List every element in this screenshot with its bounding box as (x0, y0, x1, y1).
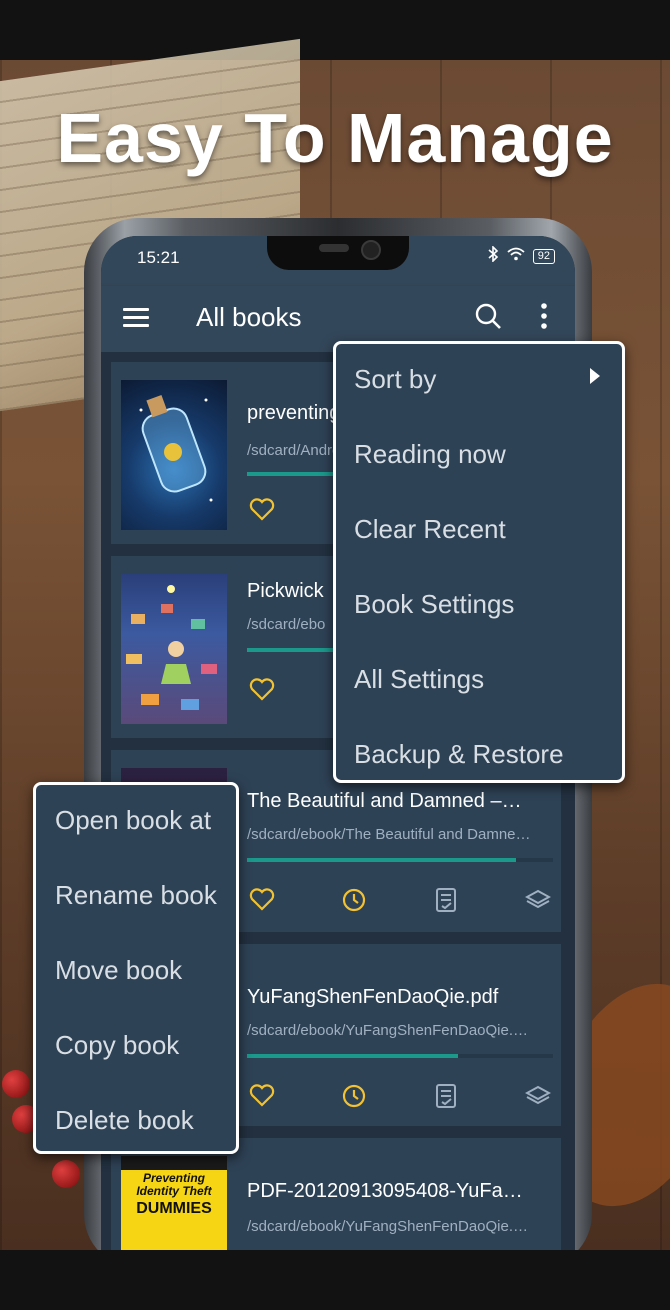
layers-icon[interactable] (523, 1081, 553, 1111)
heart-icon[interactable] (247, 885, 277, 915)
bottom-letterbox (0, 1250, 670, 1310)
reading-progress-fill (247, 1054, 459, 1058)
menu-item-reading-now[interactable]: Reading now (354, 439, 506, 470)
wifi-icon (507, 247, 525, 265)
menu-item-delete-book[interactable]: Delete book (55, 1105, 194, 1136)
top-letterbox (0, 0, 670, 60)
menu-item-copy-book[interactable]: Copy book (55, 1030, 179, 1061)
book-card[interactable]: Preventing Identity Theft DUMMIES PDF-20… (111, 1138, 561, 1250)
menu-item-open-book-at[interactable]: Open book at (55, 805, 211, 836)
book-actions (247, 1081, 553, 1111)
status-time: 15:21 (137, 248, 180, 267)
clock-icon[interactable] (339, 1081, 369, 1111)
speaker-grill (319, 244, 349, 252)
book-title: PDF-20120913095408-YuFa… (247, 1180, 523, 1202)
book-cover[interactable] (121, 380, 227, 530)
reading-progress (247, 1054, 553, 1058)
headline: Easy To Manage (56, 99, 614, 177)
reading-progress-fill (247, 472, 339, 476)
book-path: /sdcard/ebook/The Beautiful and Damne… (247, 826, 531, 843)
status-icons: 92 (487, 245, 555, 266)
front-camera (361, 240, 381, 260)
menu-icon[interactable] (123, 308, 149, 328)
heart-icon[interactable] (247, 675, 277, 705)
chevron-right-icon (590, 368, 600, 384)
search-icon[interactable] (473, 301, 503, 331)
battery-indicator: 92 (532, 248, 555, 264)
menu-item-book-settings[interactable]: Book Settings (354, 589, 514, 620)
heart-icon[interactable] (247, 495, 277, 525)
cover-text: DUMMIES (136, 1200, 212, 1217)
reading-progress-fill (247, 648, 339, 652)
reading-progress-fill (247, 858, 517, 862)
overflow-menu: Sort by Reading now Clear Recent Book Se… (333, 341, 625, 783)
book-context-menu: Open book at Rename book Move book Copy … (33, 782, 239, 1154)
menu-item-rename-book[interactable]: Rename book (55, 880, 217, 911)
menu-item-backup-restore[interactable]: Backup & Restore (354, 739, 564, 770)
notes-icon[interactable] (431, 885, 461, 915)
book-path: /sdcard/ebook/YuFangShenFenDaoQie.… (247, 1022, 529, 1039)
layers-icon[interactable] (523, 885, 553, 915)
menu-item-sort-by[interactable]: Sort by (354, 364, 436, 395)
heart-icon[interactable] (247, 1081, 277, 1111)
screenshot: Easy To Manage 15:21 92 All books preven… (0, 0, 670, 1310)
menu-item-clear-recent[interactable]: Clear Recent (354, 514, 506, 545)
book-cover[interactable] (121, 574, 227, 724)
menu-item-move-book[interactable]: Move book (55, 955, 182, 986)
more-vert-icon[interactable] (529, 300, 559, 334)
book-title: The Beautiful and Damned –… (247, 790, 522, 812)
berry-decoration (2, 1070, 30, 1098)
cover-text: Identity Theft (136, 1184, 212, 1198)
book-path: /sdcard/ebook/YuFangShenFenDaoQie.… (247, 1218, 529, 1235)
bluetooth-icon (487, 245, 499, 266)
clock-icon[interactable] (339, 885, 369, 915)
book-title: YuFangShenFenDaoQie.pdf (247, 986, 499, 1008)
reading-progress (247, 858, 553, 862)
berry-decoration (52, 1160, 80, 1188)
notch (267, 236, 409, 270)
menu-item-all-settings[interactable]: All Settings (354, 664, 484, 695)
page-title: All books (196, 302, 302, 332)
book-cover[interactable]: Preventing Identity Theft DUMMIES (121, 1156, 227, 1250)
notes-icon[interactable] (431, 1081, 461, 1111)
book-actions (247, 885, 553, 915)
